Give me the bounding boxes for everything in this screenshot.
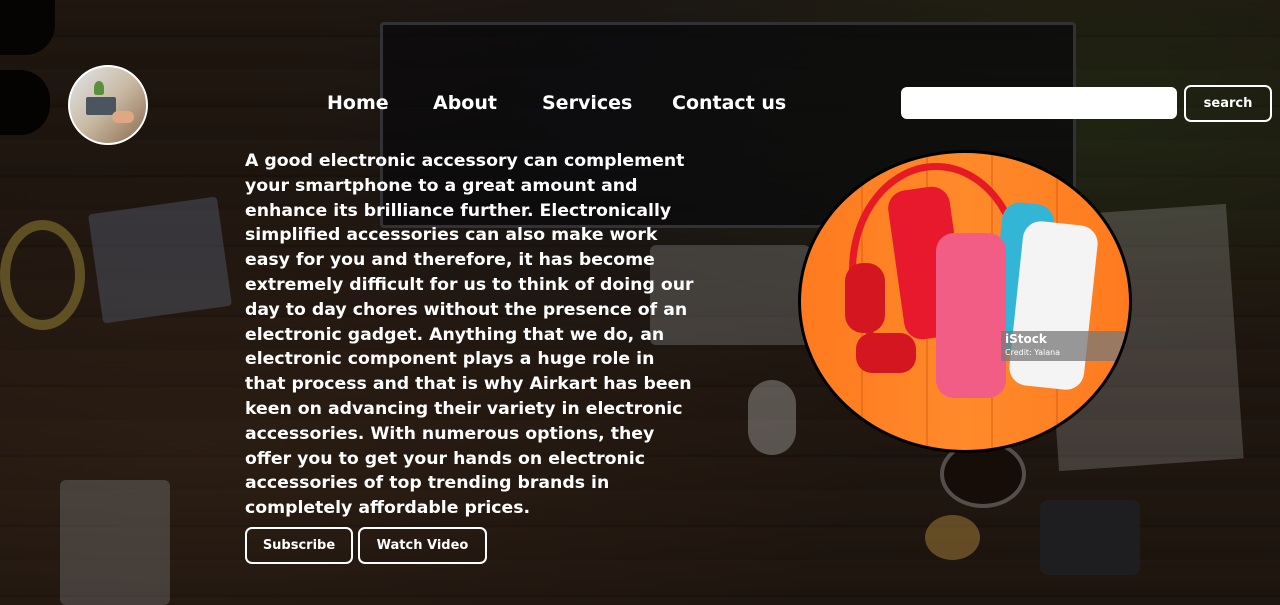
watch-video-button[interactable]: Watch Video [358,527,487,564]
search-button[interactable]: search [1184,85,1272,122]
hero-product-image: iStock Credit: Yalana [798,150,1132,453]
watermark-brand: iStock [1005,332,1047,346]
subscribe-button[interactable]: Subscribe [245,527,353,564]
hard-drive-decor [1040,500,1140,575]
nav-item-contact-us[interactable]: Contact us [672,92,786,114]
nav-item-home[interactable]: Home [327,92,389,114]
laptop-icon [86,97,116,115]
plant-icon [94,81,104,95]
headphone-cup [856,333,916,373]
nav-item-about[interactable]: About [433,92,497,114]
headphone-cup [845,263,885,333]
notebook-decor [87,196,233,324]
image-watermark: iStock Credit: Yalana [1001,331,1129,361]
mouse-decor [748,380,796,455]
calculator-decor [60,480,170,605]
watermark-credit: Credit: Yalana [1005,348,1061,357]
phone-case-pink [936,233,1006,398]
search-input[interactable] [901,87,1177,119]
hero-description: A good electronic accessory can compleme… [245,151,694,519]
phone-case-white [1007,219,1100,392]
hand-icon [112,111,134,123]
cookie-decor [925,515,980,560]
tape-decor [0,220,85,330]
site-logo[interactable] [68,65,148,145]
nav-item-services[interactable]: Services [542,92,632,114]
